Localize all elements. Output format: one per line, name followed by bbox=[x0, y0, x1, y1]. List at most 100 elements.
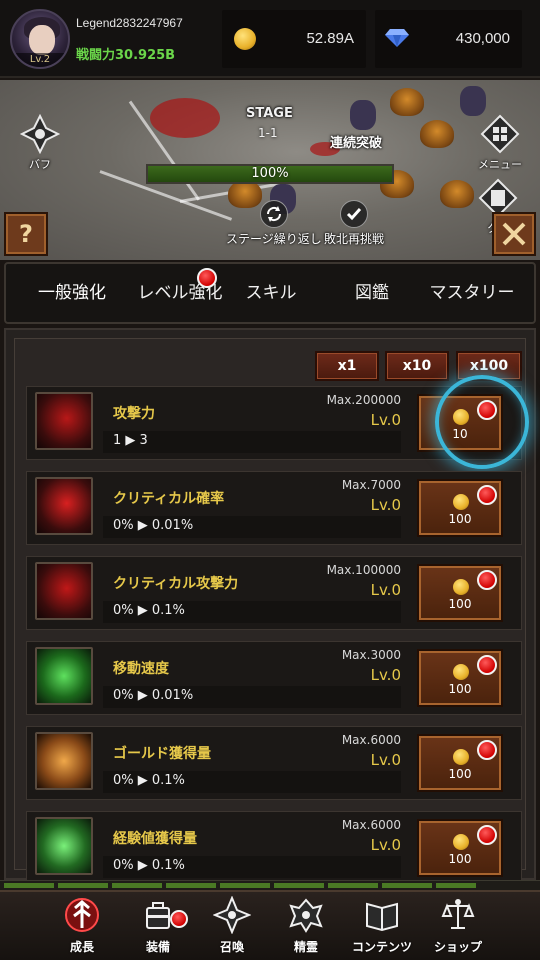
upgrade-button[interactable]: 100 bbox=[417, 734, 503, 792]
contents-book-icon bbox=[366, 902, 398, 932]
stage-label: STAGE bbox=[246, 106, 293, 121]
upgrade-button[interactable]: 10 bbox=[417, 394, 503, 452]
upgrade-level: Lv.0 bbox=[370, 836, 401, 854]
tab-level-upgrade[interactable]: レベル強化 bbox=[122, 264, 238, 322]
upgrade-cost: 100 bbox=[448, 682, 472, 696]
spirit-icon bbox=[289, 898, 323, 933]
enemy-sprite bbox=[390, 88, 424, 116]
upgrade-row: ゴールド獲得量 0% ▶ 0.1% Max.6000 Lv.0 100 bbox=[26, 726, 522, 800]
gold-coin-icon bbox=[453, 409, 469, 425]
stage-progress-text: 100% bbox=[251, 166, 289, 181]
summon-icon bbox=[212, 895, 252, 935]
gold-coin-icon bbox=[453, 834, 469, 850]
upgrade-row: 経験値獲得量 0% ▶ 0.1% Max.6000 Lv.0 100 bbox=[26, 811, 522, 885]
experience-icon bbox=[35, 817, 93, 875]
gold-coin-icon bbox=[453, 494, 469, 510]
avatar-level: Lv.2 bbox=[12, 53, 68, 67]
question-mark-icon: ? bbox=[19, 220, 33, 248]
top-status-bar: Lv.2 Legend2832247967 戦闘力30.925B 52.89A … bbox=[0, 0, 540, 78]
upgrade-level: Lv.0 bbox=[370, 496, 401, 514]
notification-dot bbox=[477, 570, 497, 590]
xp-segment bbox=[166, 883, 216, 888]
upgrade-cost: 100 bbox=[448, 597, 472, 611]
upgrade-value: 0% ▶ 0.01% bbox=[113, 688, 194, 703]
nav-summon[interactable]: 召喚 bbox=[194, 895, 270, 955]
xp-segment bbox=[220, 883, 270, 888]
upgrade-button[interactable]: 100 bbox=[417, 564, 503, 622]
multiplier-x1-button[interactable]: x1 bbox=[315, 351, 379, 381]
retry-button[interactable]: 敗北再挑戦 bbox=[324, 200, 384, 247]
tab-general-upgrade[interactable]: 一般強化 bbox=[20, 264, 124, 322]
nav-equipment[interactable]: 装備 bbox=[120, 896, 196, 955]
nav-contents[interactable]: コンテンツ bbox=[344, 896, 420, 955]
nav-spirit-label: 精霊 bbox=[293, 940, 318, 954]
tab-skill[interactable]: スキル bbox=[238, 264, 304, 322]
tab-mastery[interactable]: マスタリー bbox=[416, 264, 528, 322]
tab-encyclopedia[interactable]: 図鑑 bbox=[338, 264, 406, 322]
boot-icon bbox=[35, 647, 93, 705]
sword-slash-icon bbox=[35, 392, 93, 450]
notification-dot bbox=[477, 825, 497, 845]
gold-amount: 52.89A bbox=[306, 30, 354, 47]
nav-contents-label: コンテンツ bbox=[351, 940, 412, 954]
upgrade-button[interactable]: 100 bbox=[417, 479, 503, 537]
upgrade-row: 攻撃力 1 ▶ 3 Max.200000 Lv.0 10 bbox=[26, 375, 529, 469]
notification-dot bbox=[477, 655, 497, 675]
upgrade-cost: 10 bbox=[452, 427, 468, 441]
nav-spirit[interactable]: 精霊 bbox=[268, 896, 344, 955]
critical-burst-icon bbox=[35, 477, 93, 535]
buff-compass-icon bbox=[19, 113, 61, 155]
upgrade-max: Max.6000 bbox=[341, 818, 401, 832]
upgrade-value: 0% ▶ 0.01% bbox=[113, 518, 194, 533]
help-button[interactable]: ? bbox=[4, 212, 48, 256]
upgrade-max: Max.7000 bbox=[341, 478, 401, 492]
notification-dot bbox=[170, 910, 188, 928]
close-button[interactable] bbox=[492, 212, 536, 256]
upgrade-name: 移動速度 bbox=[113, 661, 169, 677]
critical-claw-icon bbox=[35, 562, 93, 620]
notification-dot bbox=[477, 740, 497, 760]
upgrade-button[interactable]: 100 bbox=[417, 819, 503, 877]
multiplier-x10-button[interactable]: x10 bbox=[385, 351, 449, 381]
notification-dot bbox=[197, 268, 217, 288]
xp-segment bbox=[112, 883, 162, 888]
notification-dot bbox=[477, 485, 497, 505]
xp-segment bbox=[436, 883, 476, 888]
nav-growth-label: 成長 bbox=[69, 940, 94, 954]
combo-label: 連続突破 bbox=[330, 136, 383, 151]
upgrade-name: クリティカル確率 bbox=[113, 491, 225, 507]
upgrade-value: 0% ▶ 0.1% bbox=[113, 603, 185, 618]
nav-shop[interactable]: ショップ bbox=[420, 896, 496, 955]
menu-button[interactable]: メニュー bbox=[474, 114, 526, 172]
gold-coin-icon bbox=[453, 664, 469, 680]
xp-segment bbox=[4, 883, 54, 888]
stage-repeat-button[interactable]: ステージ繰り返し bbox=[226, 200, 322, 247]
upgrade-button[interactable]: 100 bbox=[417, 649, 503, 707]
upgrade-name: 経験値獲得量 bbox=[113, 831, 197, 847]
shop-scale-icon bbox=[441, 899, 475, 929]
multiplier-x100-button[interactable]: x100 bbox=[456, 351, 522, 381]
upgrade-max: Max.6000 bbox=[341, 733, 401, 747]
diamond-icon bbox=[385, 29, 409, 47]
nav-growth[interactable]: 成長 bbox=[44, 896, 120, 955]
player-avatar[interactable]: Lv.2 bbox=[10, 9, 70, 69]
upgrade-panel: x1 x10 x100 攻撃力 1 ▶ 3 Max.200000 Lv.0 10 クリティ… bbox=[4, 328, 536, 885]
xp-segment bbox=[274, 883, 324, 888]
upgrade-row: クリティカル確率 0% ▶ 0.01% Max.7000 Lv.0 100 bbox=[26, 471, 522, 545]
avatar-face bbox=[29, 25, 55, 55]
upgrade-row: クリティカル攻撃力 0% ▶ 0.1% Max.100000 Lv.0 100 bbox=[26, 556, 522, 630]
upgrade-cost: 100 bbox=[448, 852, 472, 866]
stage-number: 1-1 bbox=[258, 126, 278, 140]
nav-shop-label: ショップ bbox=[433, 940, 482, 954]
checkmark-icon bbox=[340, 200, 368, 228]
repeat-icon bbox=[259, 200, 288, 228]
buff-button[interactable]: バフ bbox=[18, 113, 62, 172]
gold-coin-icon bbox=[453, 749, 469, 765]
upgrade-max: Max.3000 bbox=[341, 648, 401, 662]
gold-coins-icon bbox=[35, 732, 93, 790]
upgrade-value-bar: 0% ▶ 0.1% bbox=[103, 856, 401, 878]
buff-label: バフ bbox=[29, 158, 51, 171]
upgrade-name: クリティカル攻撃力 bbox=[113, 576, 239, 592]
retry-label: 敗北再挑戦 bbox=[324, 232, 385, 246]
battle-power: 戦闘力30.925B bbox=[76, 48, 176, 63]
